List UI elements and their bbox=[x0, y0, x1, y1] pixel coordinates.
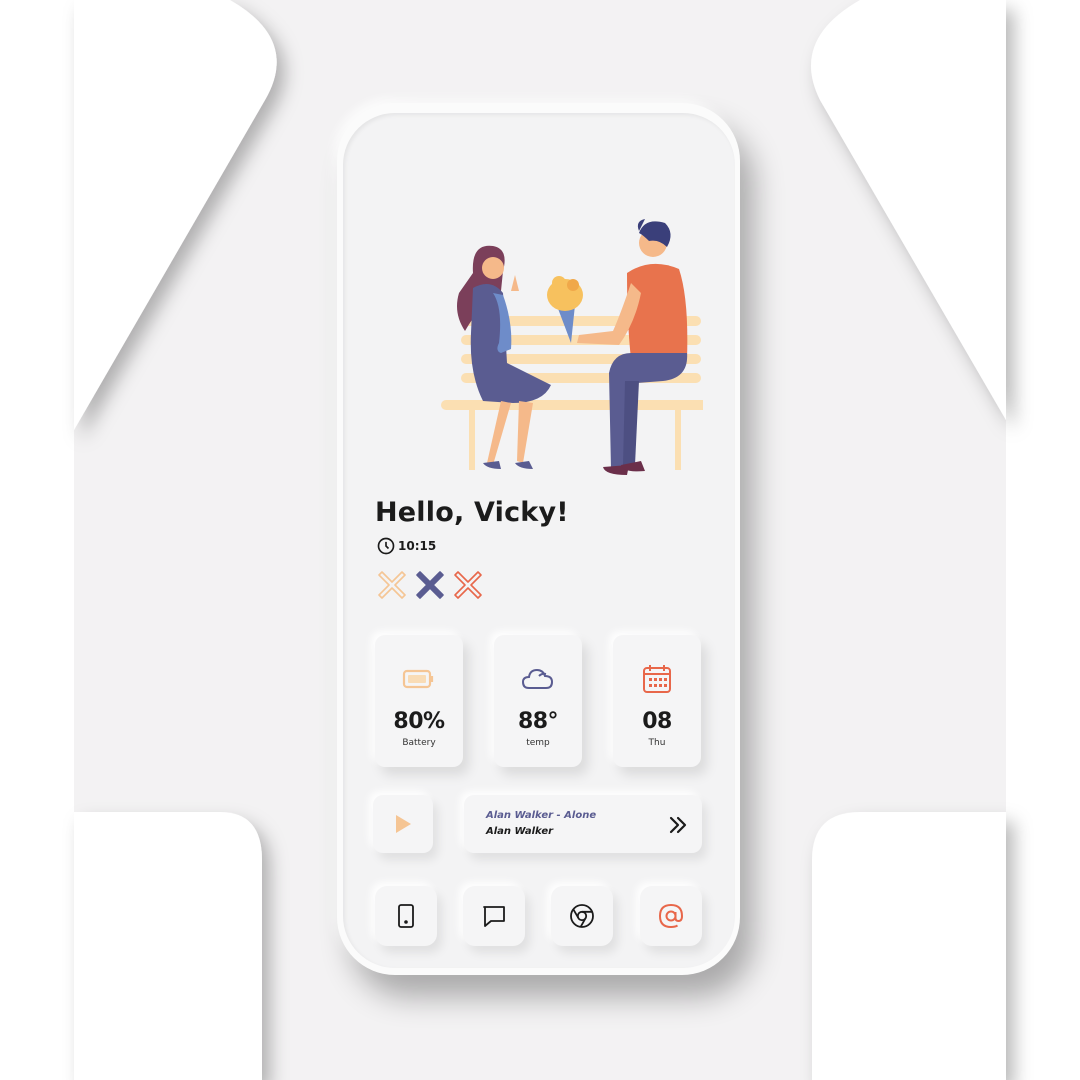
double-chevron-right-icon[interactable] bbox=[666, 813, 690, 837]
dock-message-button[interactable] bbox=[463, 886, 525, 946]
couple-on-bench-illustration bbox=[441, 219, 703, 475]
message-icon bbox=[483, 906, 505, 927]
greeting-heading: Hello, Vicky! bbox=[375, 497, 569, 528]
chrome-icon bbox=[570, 904, 594, 928]
x-outline-icon bbox=[454, 571, 482, 599]
battery-value: 80% bbox=[393, 709, 445, 734]
dock-email-button[interactable] bbox=[640, 886, 702, 946]
battery-widget[interactable]: 80% Battery bbox=[375, 635, 463, 767]
x-outline-icon bbox=[378, 571, 406, 599]
clock-widget: 10:15 bbox=[376, 536, 436, 556]
play-icon bbox=[396, 815, 411, 833]
temperature-value: 88° bbox=[517, 709, 559, 734]
at-sign-icon bbox=[658, 903, 684, 929]
clock-icon bbox=[377, 537, 395, 555]
weather-widget[interactable]: 88° temp bbox=[494, 635, 582, 767]
now-playing-card[interactable]: Alan Walker - Alone Alan Walker bbox=[464, 795, 702, 853]
track-artist: Alan Walker bbox=[486, 826, 554, 837]
calendar-widget[interactable]: 08 Thu bbox=[613, 635, 701, 767]
day-label: Thu bbox=[648, 738, 666, 748]
temperature-label: temp bbox=[526, 738, 550, 748]
clock-time: 10:15 bbox=[398, 539, 437, 553]
battery-icon bbox=[402, 669, 434, 689]
cloud-icon bbox=[521, 668, 554, 689]
x-filled-icon bbox=[416, 571, 444, 599]
dock-chrome-button[interactable] bbox=[551, 886, 613, 946]
date-value: 08 bbox=[642, 709, 672, 734]
play-button[interactable] bbox=[373, 795, 433, 853]
calendar-icon bbox=[643, 665, 671, 693]
phone-icon bbox=[398, 904, 414, 928]
track-title: Alan Walker - Alone bbox=[486, 810, 597, 821]
status-marks bbox=[376, 569, 484, 601]
phone-screen: Hello, Vicky! 10:15 80% Battery 88° temp… bbox=[343, 113, 735, 968]
battery-label: Battery bbox=[402, 738, 436, 748]
dock-phone-button[interactable] bbox=[375, 886, 437, 946]
